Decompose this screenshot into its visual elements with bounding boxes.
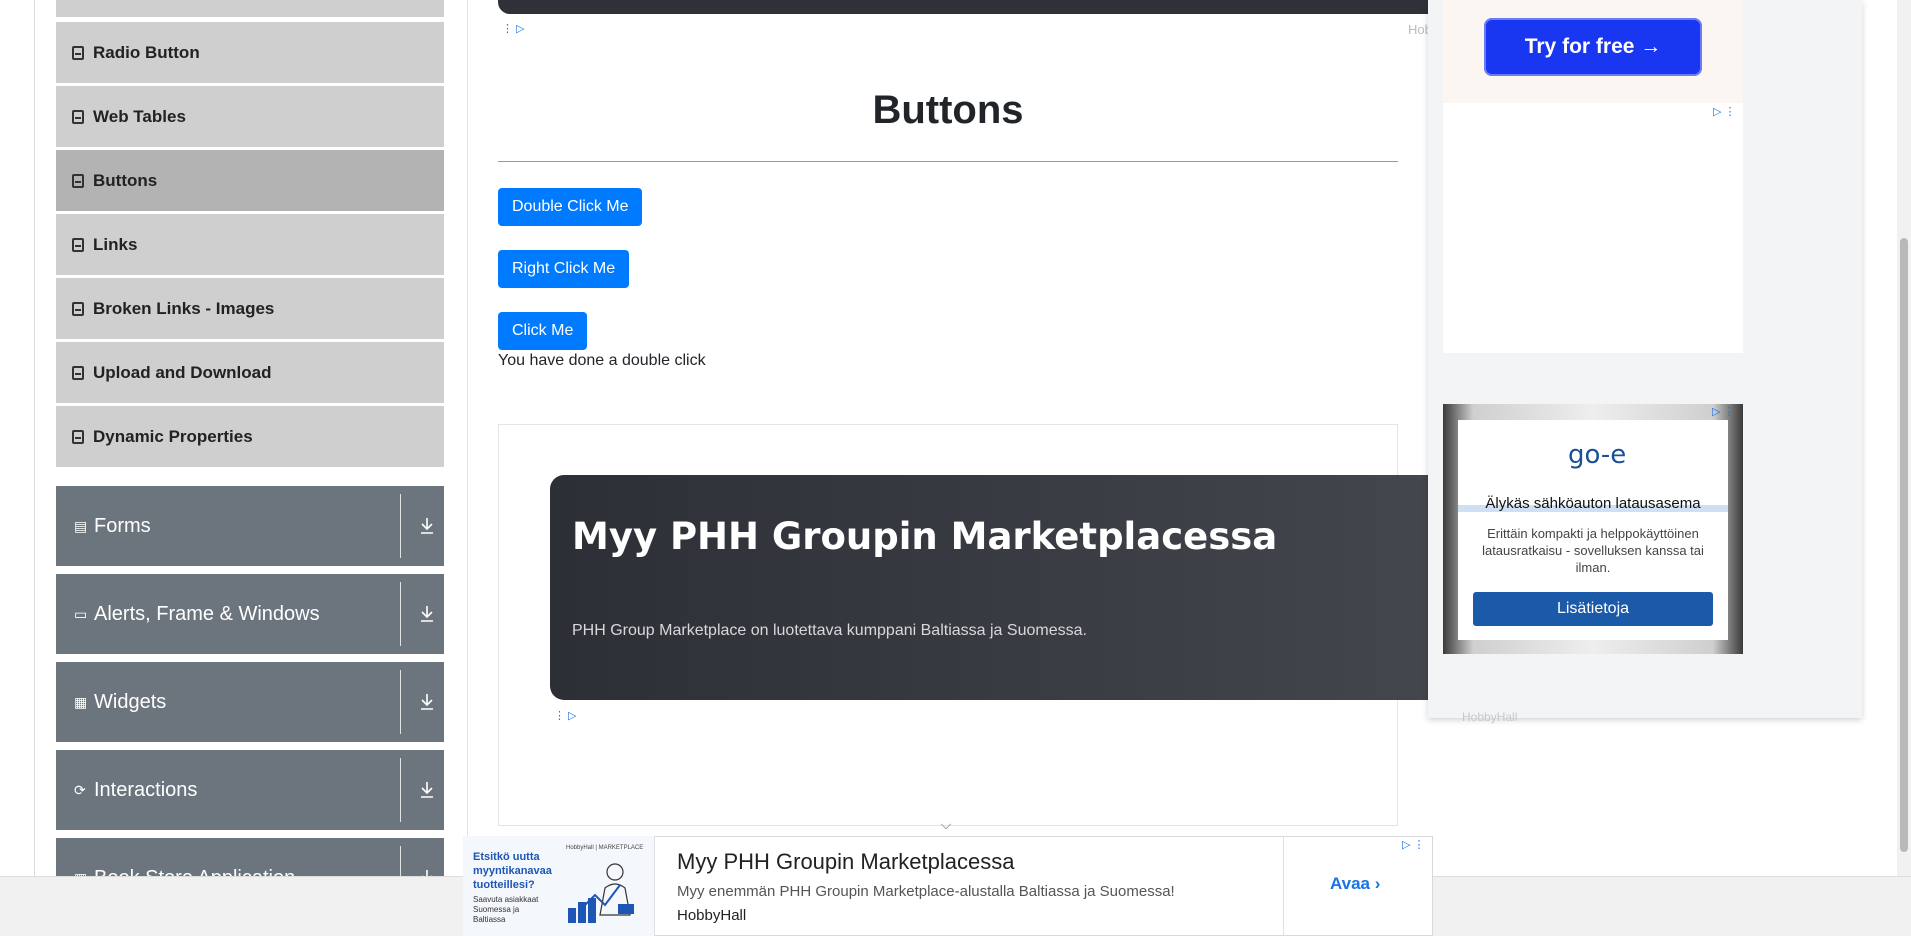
goe-description: Erittäin kompakti ja helppokäyttöinen la… xyxy=(1482,526,1704,575)
sidebar-item-label: Upload and Download xyxy=(93,362,272,382)
interactions-icon: ⟳ xyxy=(74,782,86,798)
bottom-ad-title: Myy PHH Groupin Marketplacessa xyxy=(677,849,1015,874)
group-separator xyxy=(400,582,401,646)
window-icon: ▭ xyxy=(74,606,88,622)
click-me-button[interactable]: Click Me xyxy=(498,312,588,350)
html5-icon xyxy=(72,365,84,380)
page-title: Buttons xyxy=(872,88,1024,132)
download-icon xyxy=(421,694,433,710)
sidebar-item-links[interactable]: Links xyxy=(56,214,444,276)
html5-icon xyxy=(72,429,84,444)
try-for-free-button[interactable]: Try for free → xyxy=(1484,18,1702,76)
title-divider xyxy=(498,161,1398,162)
inline-ad-banner[interactable]: Myy PHH Groupin Marketplacessa PHH Group… xyxy=(550,475,1430,700)
group-header-widgets[interactable]: ▦ Widgets xyxy=(56,662,444,742)
group-header-forms[interactable]: ▤ Forms xyxy=(56,486,444,566)
group-header-label: Forms xyxy=(94,514,151,537)
right-blank-ad xyxy=(1443,103,1743,353)
sidebar-item-radio-button[interactable]: Radio Button xyxy=(56,22,444,84)
download-icon xyxy=(421,782,433,798)
ad-options-icon[interactable]: ⋮ ▷ xyxy=(502,22,525,35)
sidebar-item-web-tables[interactable]: Web Tables xyxy=(56,86,444,148)
group-header-label: Alerts, Frame & Windows xyxy=(94,602,320,625)
group-separator xyxy=(400,670,401,734)
html5-icon xyxy=(72,45,84,60)
html5-icon xyxy=(72,237,84,252)
scrollbar-thumb[interactable] xyxy=(1900,238,1908,852)
right-click-button[interactable]: Right Click Me xyxy=(498,250,630,288)
sidebar-item-label: Broken Links - Images xyxy=(93,298,275,318)
double-click-message: You have done a double click xyxy=(498,352,706,369)
left-gutter-line xyxy=(34,0,35,876)
ad-options-icon[interactable]: ▷ ⋮ xyxy=(1712,405,1735,418)
ad-options-icon[interactable]: ▷ ⋮ xyxy=(1713,105,1736,118)
sidebar-divider xyxy=(467,0,468,876)
bottom-ad-brand: HobbyHall xyxy=(677,907,747,924)
sidebar-item-label: Buttons xyxy=(93,170,158,190)
html5-icon xyxy=(72,173,84,188)
sidebar-item-upload-download[interactable]: Upload and Download xyxy=(56,342,444,404)
goe-logo: go-e xyxy=(1568,440,1627,470)
group-header-label: Widgets xyxy=(94,690,167,713)
group-header-label: Interactions xyxy=(94,778,198,801)
html5-icon xyxy=(72,301,84,316)
group-separator xyxy=(400,758,401,822)
bottom-ad-subtitle: Myy enemmän PHH Groupin Marketplace-alus… xyxy=(677,883,1175,900)
download-icon xyxy=(421,606,433,622)
sidebar-item-label: Links xyxy=(93,234,138,254)
bottom-ad-image-subtext: Saavuta asiakkaat Suomessa ja Baltiassa xyxy=(473,895,539,924)
sidebar-item-broken-links[interactable]: Broken Links - Images xyxy=(56,278,444,340)
top-ad-banner[interactable] xyxy=(498,0,1438,14)
right-ad-brand: HobbyHall xyxy=(1462,710,1518,724)
ad-options-icon[interactable]: ▷ ⋮ xyxy=(1402,838,1425,851)
chevron-right-icon: › xyxy=(1374,874,1381,893)
goe-cta-button[interactable]: Lisätietoja xyxy=(1473,592,1713,626)
sidebar-item-label: Dynamic Properties xyxy=(93,426,253,446)
html5-icon xyxy=(72,109,84,124)
sidebar-item-dynamic-properties[interactable]: Dynamic Properties xyxy=(56,406,444,468)
sidebar-item-label: Radio Button xyxy=(93,42,200,62)
download-icon xyxy=(421,518,433,534)
double-click-button[interactable]: Double Click Me xyxy=(498,188,643,226)
bottom-ad-cta-label: Avaa xyxy=(1330,874,1371,893)
widgets-icon: ▦ xyxy=(74,694,88,710)
ad-options-icon[interactable]: ⋮ ▷ xyxy=(554,709,577,722)
bottom-ad-divider xyxy=(1283,836,1284,936)
group-separator xyxy=(400,494,401,558)
form-icon: ▤ xyxy=(74,518,88,534)
page: Radio Button Web Tables Buttons Links Br… xyxy=(0,0,1911,936)
bottom-ad-image-headline: Etsitkö uutta myyntikanavaa tuotteillesi… xyxy=(473,851,552,891)
bottom-ad-open-link[interactable]: Avaa › xyxy=(1330,874,1380,894)
sidebar-item-buttons[interactable]: Buttons xyxy=(56,150,444,212)
group-header-interactions[interactable]: ⟳ Interactions xyxy=(56,750,444,830)
goe-title: Älykäs sähköauton latausasema xyxy=(1458,495,1728,512)
inline-ad-body: PHH Group Marketplace on luotettava kump… xyxy=(572,622,1087,639)
sidebar-item-label: Web Tables xyxy=(93,106,186,126)
inline-ad-headline: Myy PHH Groupin Marketplacessa xyxy=(572,515,1278,558)
person-laptop-illustration xyxy=(568,863,634,923)
bottom-ad-image-brand: HobbyHall | MARKETPLACE xyxy=(566,845,644,851)
group-header-alerts[interactable]: ▭ Alerts, Frame & Windows xyxy=(56,574,444,654)
sidebar-item-partial[interactable] xyxy=(56,0,444,18)
